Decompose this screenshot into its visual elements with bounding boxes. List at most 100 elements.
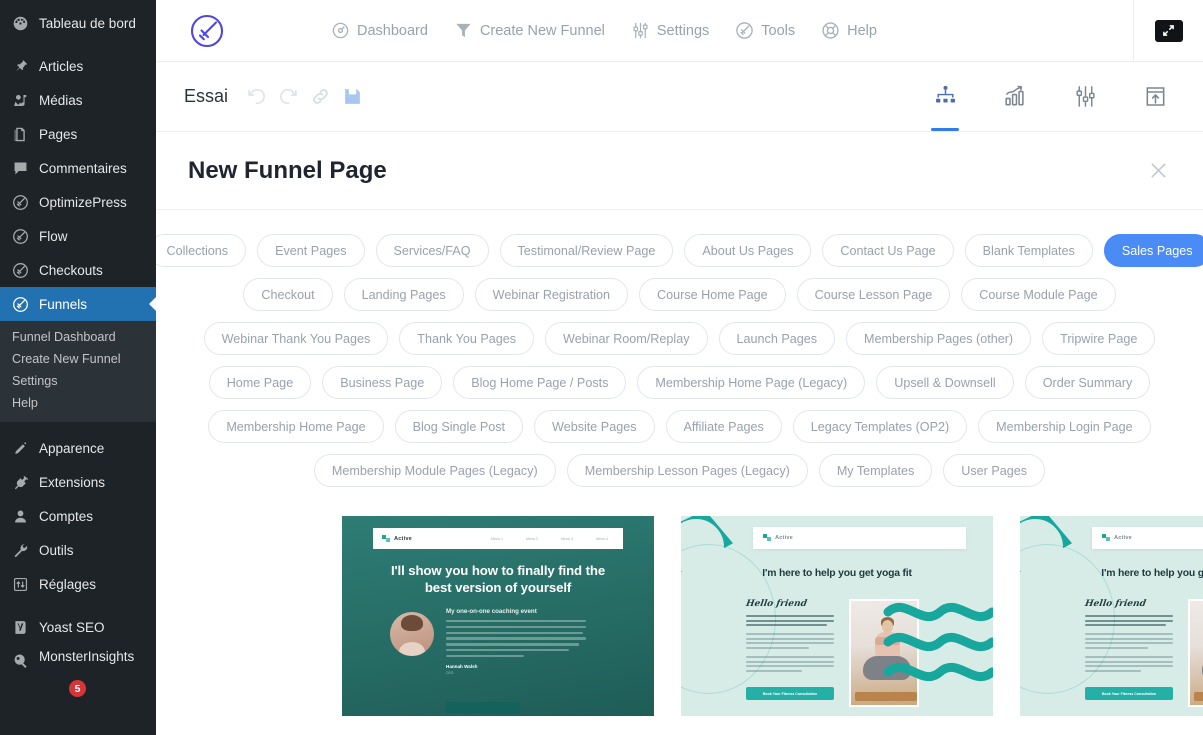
filter-pill[interactable]: Membership Module Pages (Legacy)	[313, 454, 556, 487]
filter-pill-active[interactable]: Sales Pages	[1103, 234, 1203, 267]
sidebar-item-flow[interactable]: Flow	[0, 219, 156, 253]
placeholder-text	[746, 615, 834, 627]
optimizepress-rocket-logo[interactable]	[188, 12, 226, 50]
filter-pill[interactable]: Membership Pages (other)	[846, 322, 1032, 355]
filter-pill[interactable]: Launch Pages	[718, 322, 836, 355]
template-script-text: Hello friend	[745, 599, 808, 609]
link-icon[interactable]	[310, 86, 332, 108]
template-logo: Active	[1102, 534, 1132, 542]
filter-pill[interactable]: Collections	[156, 234, 247, 267]
template-card-yoga[interactable]: Active I'm here to help you get yoga fit…	[681, 516, 993, 716]
template-photo	[1188, 599, 1203, 707]
sidebar-item-funnel-dashboard[interactable]: Funnel Dashboard	[0, 326, 156, 348]
sidebar-item-comptes[interactable]: Comptes	[0, 499, 156, 533]
template-card-coaching[interactable]: Active Menu 1 Menu 2 Menu 3 Menu 4 I'll …	[342, 516, 654, 716]
sidebar-item-optimizepress[interactable]: OptimizePress	[0, 185, 156, 219]
nav-create-new-funnel[interactable]: Create New Funnel	[454, 21, 605, 40]
filter-pill[interactable]: Legacy Templates (OP2)	[792, 410, 968, 443]
sidebar-item-articles[interactable]: Articles	[0, 49, 156, 83]
filter-pill[interactable]: Website Pages	[534, 410, 655, 443]
filter-pill[interactable]: Tripwire Page	[1042, 322, 1156, 355]
sidebar-item-funnel-help[interactable]: Help	[0, 392, 156, 414]
sidebar-item-commentaires[interactable]: Commentaires	[0, 151, 156, 185]
sidebar-item-outils[interactable]: Outils	[0, 533, 156, 567]
filter-pill[interactable]: User Pages	[943, 454, 1046, 487]
sidebar-label: Tableau de bord	[39, 15, 136, 31]
template-card-yoga[interactable]: Active I'm here to help you get yoga fit…	[1020, 516, 1203, 716]
funnel-map-icon[interactable]	[929, 62, 961, 131]
template-category-filters: Collections Event Pages Services/FAQ Tes…	[156, 210, 1203, 498]
filter-pill[interactable]: Landing Pages	[343, 278, 464, 311]
filter-pill[interactable]: Course Module Page	[961, 278, 1116, 311]
filter-pill[interactable]: Order Summary	[1024, 366, 1151, 399]
media-icon	[10, 90, 30, 110]
sidebar-item-extensions[interactable]: Extensions	[0, 465, 156, 499]
export-icon[interactable]	[1139, 62, 1171, 131]
filter-pill[interactable]: Blank Templates	[964, 234, 1093, 267]
filter-pill[interactable]: Upsell & Downsell	[876, 366, 1014, 399]
filter-pill[interactable]: Course Home Page	[639, 278, 786, 311]
rocket-icon	[10, 260, 30, 280]
filter-pill[interactable]: Blog Home Page / Posts	[453, 366, 627, 399]
filter-pill[interactable]: Course Lesson Page	[796, 278, 951, 311]
save-icon[interactable]	[342, 86, 364, 108]
nav-help[interactable]: Help	[821, 21, 877, 40]
nav-dashboard[interactable]: Dashboard	[331, 21, 428, 40]
nav-tools[interactable]: Tools	[735, 21, 795, 40]
sidebar-label: Flow	[39, 228, 68, 244]
sidebar-item-create-new-funnel[interactable]: Create New Funnel	[0, 348, 156, 370]
submenu-label: Create New Funnel	[12, 352, 121, 366]
template-body	[1085, 615, 1173, 679]
fullscreen-toggle-button[interactable]	[1154, 19, 1183, 42]
filter-pill[interactable]: Checkout	[243, 278, 333, 311]
sidebar-item-reglages[interactable]: Réglages	[0, 567, 156, 601]
sidebar-item-pages[interactable]: Pages	[0, 117, 156, 151]
sidebar-item-dashboard[interactable]: Tableau de bord	[0, 6, 156, 40]
filter-pill[interactable]: About Us Pages	[684, 234, 812, 267]
filter-pill[interactable]: Testimonal/Review Page	[499, 234, 674, 267]
sidebar-item-funnels[interactable]: Funnels	[0, 287, 156, 321]
filter-row: Webinar Thank You Pages Thank You Pages …	[174, 322, 1185, 355]
submenu-label: Settings	[12, 374, 58, 388]
filter-pill[interactable]: Membership Lesson Pages (Legacy)	[566, 454, 808, 487]
filter-pill[interactable]: Membership Login Page	[978, 410, 1151, 443]
filter-pill[interactable]: Event Pages	[257, 234, 365, 267]
sidebar-label: Pages	[39, 126, 78, 142]
close-icon[interactable]	[1145, 158, 1171, 184]
sidebar-label: Yoast SEO	[39, 619, 105, 635]
sidebar-item-yoast-seo[interactable]: Yoast SEO	[0, 610, 156, 644]
stats-icon[interactable]	[999, 62, 1031, 131]
sidebar-item-apparence[interactable]: Apparence	[0, 431, 156, 465]
undo-icon[interactable]	[246, 86, 268, 108]
redo-icon[interactable]	[278, 86, 300, 108]
filter-pill[interactable]: Affiliate Pages	[665, 410, 782, 443]
filter-pill[interactable]: Webinar Registration	[474, 278, 629, 311]
filter-pill[interactable]: Membership Home Page	[208, 410, 384, 443]
sidebar-item-monsterinsights[interactable]: MonsterInsights 5	[0, 644, 156, 701]
nav-settings[interactable]: Settings	[631, 21, 709, 40]
filter-pill[interactable]: Services/FAQ	[375, 234, 489, 267]
sidebar-item-medias[interactable]: Médias	[0, 83, 156, 117]
sidebar-label: Apparence	[39, 440, 105, 456]
filter-pill[interactable]: Webinar Room/Replay	[545, 322, 708, 355]
rocket-icon	[10, 226, 30, 246]
template-navbar: Active	[1092, 527, 1203, 549]
filter-pill[interactable]: Home Page	[208, 366, 312, 399]
filter-pill[interactable]: Thank You Pages	[399, 322, 535, 355]
sidebar-item-funnel-settings[interactable]: Settings	[0, 370, 156, 392]
cta-label: Book Your Fitness Consultation	[1101, 691, 1157, 696]
filter-pill[interactable]: Contact Us Page	[822, 234, 954, 267]
filter-row: Checkout Landing Pages Webinar Registrat…	[174, 278, 1185, 311]
nav-label: Tools	[761, 22, 796, 39]
filter-pill[interactable]: Business Page	[322, 366, 443, 399]
plug-icon	[10, 472, 30, 492]
filter-pill[interactable]: Webinar Thank You Pages	[203, 322, 389, 355]
settings-sliders-icon[interactable]	[1069, 62, 1101, 131]
filter-pill[interactable]: Blog Single Post	[394, 410, 524, 443]
sidebar-item-checkouts[interactable]: Checkouts	[0, 253, 156, 287]
filter-pill[interactable]: Membership Home Page (Legacy)	[637, 366, 866, 399]
funnels-submenu: Funnel Dashboard Create New Funnel Setti…	[0, 321, 156, 422]
nav-label: Create New Funnel	[479, 22, 605, 39]
filter-pill[interactable]: My Templates	[818, 454, 933, 487]
logo-mark-icon	[763, 534, 771, 542]
